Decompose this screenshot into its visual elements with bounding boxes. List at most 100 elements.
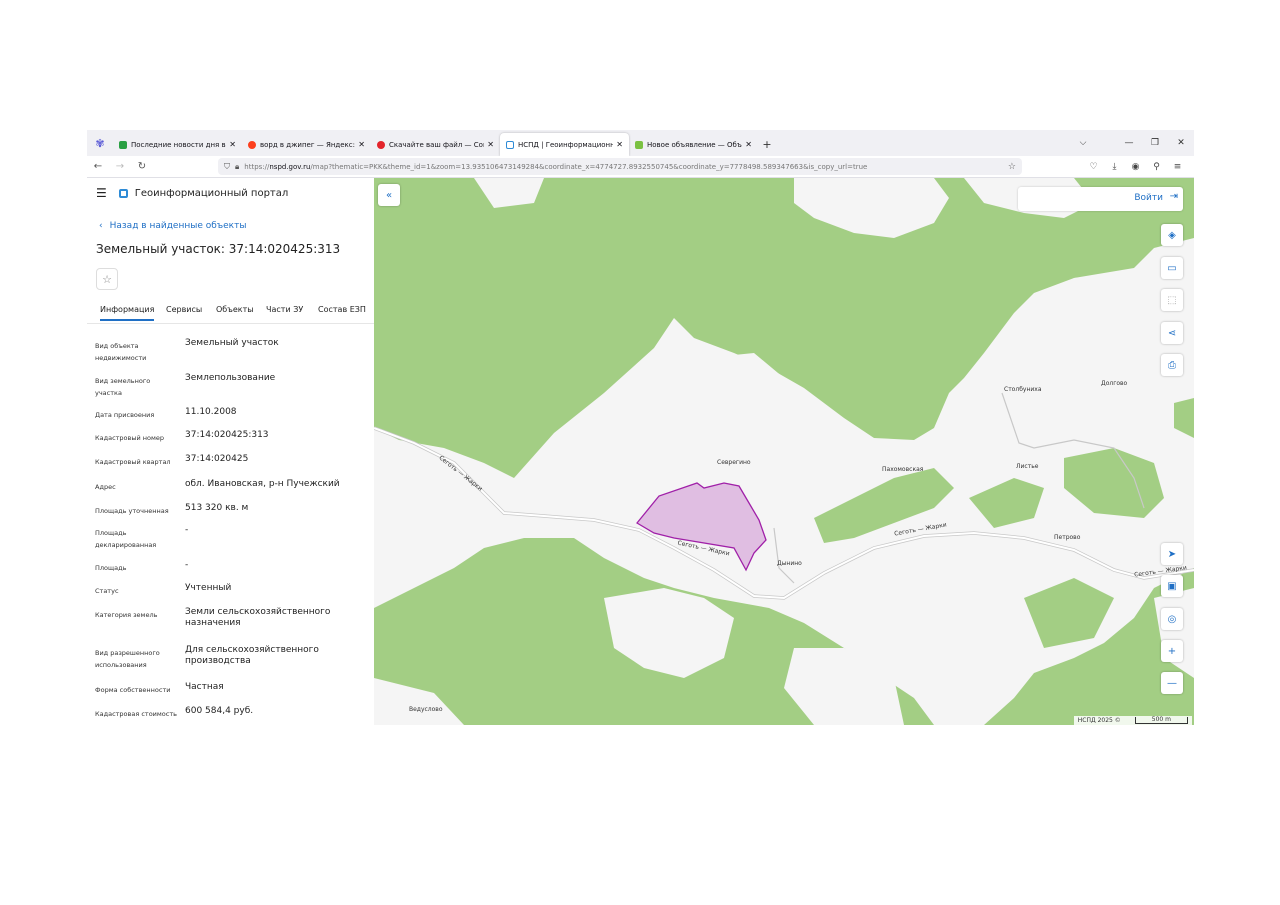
- download-icon[interactable]: ⤓: [1104, 162, 1125, 172]
- browser-tab[interactable]: Скачайте ваш файл — Convert ✕: [371, 133, 500, 156]
- property-value: Учтенный: [185, 583, 232, 593]
- shield-icon[interactable]: ⛉: [224, 162, 230, 172]
- property-key: Статус: [95, 587, 119, 595]
- menu-icon[interactable]: ≡: [1167, 162, 1188, 172]
- zoom-out-button[interactable]: —: [1161, 672, 1183, 694]
- geolocate-button[interactable]: ➤: [1161, 543, 1183, 565]
- portal-header: ☰ Геоинформационный портал: [96, 186, 288, 200]
- layers-button[interactable]: ◈: [1161, 224, 1183, 246]
- printer-icon: ⎙: [1168, 359, 1176, 371]
- back-to-results-link[interactable]: ‹ Назад в найденные объекты: [99, 221, 246, 231]
- account-icon[interactable]: ◉: [1125, 162, 1146, 172]
- place-label: Ведуслово: [409, 706, 443, 713]
- tab-favicon: [635, 140, 643, 149]
- share-icon: ⋖: [1167, 327, 1177, 339]
- property-value: Землепользование: [185, 373, 276, 383]
- info-tabs: Информация Сервисы Объекты Части ЗУ Сост…: [87, 300, 374, 324]
- place-label: Столбуниха: [1004, 386, 1042, 393]
- minimize-icon[interactable]: —: [1116, 138, 1142, 148]
- print-button[interactable]: ⎙: [1161, 354, 1183, 376]
- property-value: 37:14:020425:313: [185, 430, 269, 440]
- portal-title: Геоинформационный портал: [134, 187, 289, 199]
- login-label: Войти: [1134, 193, 1163, 203]
- property-value: Земли сельскохозяйственного назначения: [185, 607, 331, 628]
- select-area-icon: ⬚: [1167, 294, 1177, 306]
- close-tab-icon[interactable]: ✕: [358, 140, 365, 149]
- property-value: обл. Ивановская, р-н Пучежский: [185, 479, 340, 489]
- property-key: Площадь: [95, 564, 127, 572]
- tab-favicon: [377, 140, 385, 149]
- extensions-icon[interactable]: ⚲: [1146, 162, 1167, 172]
- pocket-icon[interactable]: ♡: [1083, 162, 1104, 172]
- bookmark-star-icon[interactable]: ☆: [1008, 162, 1016, 172]
- ruler-icon: ▭: [1167, 262, 1177, 274]
- tab-title: Скачайте ваш файл — Convert: [389, 140, 484, 149]
- tab-services[interactable]: Сервисы: [166, 305, 202, 314]
- plus-icon: +: [1167, 645, 1177, 657]
- navigation-arrow-icon: ➤: [1167, 548, 1177, 560]
- login-button[interactable]: Войти ⇥: [1018, 187, 1183, 211]
- tab-title: Последние новости дня в Росс: [131, 140, 226, 149]
- tab-information[interactable]: Информация: [100, 305, 155, 321]
- scale-bar: 500 m: [1134, 717, 1188, 724]
- property-key: Форма собственности: [95, 686, 171, 694]
- place-label: Петрово: [1054, 534, 1081, 541]
- place-label: Пахомовская: [882, 466, 924, 473]
- url-bar[interactable]: ⛉ 🔒︎ https://nspd.gov.ru/map?thematic=PK…: [218, 158, 1022, 175]
- restore-icon[interactable]: ❐: [1142, 138, 1168, 148]
- location-pin-icon: ◎: [1167, 613, 1177, 625]
- map-canvas[interactable]: Столбуниха Долгово Севрегино Пахомовская…: [374, 178, 1194, 725]
- page-title: Земельный участок: 37:14:020425:313: [96, 242, 341, 256]
- toolbar-icons: ♡ ⤓ ◉ ⚲ ≡: [1083, 156, 1188, 178]
- back-arrow-icon[interactable]: ←: [87, 161, 109, 172]
- hamburger-menu-icon[interactable]: ☰: [96, 186, 107, 200]
- browser-tab-active[interactable]: НСПД | Геоинформационный ✕: [500, 133, 629, 156]
- favorite-star-button[interactable]: ☆: [96, 268, 118, 290]
- info-panel: ☰ Геоинформационный портал ‹ Назад в найд…: [87, 178, 374, 725]
- place-label: Листье: [1016, 463, 1039, 470]
- minimap-button[interactable]: ▣: [1161, 575, 1183, 597]
- window-controls: ⌵ — ❐ ✕: [1070, 130, 1194, 156]
- zoom-in-button[interactable]: +: [1161, 640, 1183, 662]
- close-tab-icon[interactable]: ✕: [616, 140, 623, 149]
- property-key: Адрес: [95, 483, 116, 491]
- property-key: Площадь уточненная: [95, 507, 169, 515]
- star-icon: ☆: [102, 272, 112, 286]
- url-text: https://nspd.gov.ru/map?thematic=PKK&the…: [244, 162, 868, 171]
- layers-icon: ◈: [1168, 229, 1176, 241]
- close-tab-icon[interactable]: ✕: [745, 140, 752, 149]
- property-value: -: [185, 525, 189, 535]
- browser-tab[interactable]: ворд в джипег — Яндекс: наш ✕: [242, 133, 371, 156]
- property-value: Частная: [185, 682, 224, 692]
- field-area: [374, 678, 464, 725]
- tab-composition[interactable]: Состав ЕЗП: [318, 305, 366, 314]
- tab-favicon: [248, 140, 256, 149]
- browser-tab[interactable]: Новое объявление — Объявле ✕: [629, 133, 758, 156]
- share-button[interactable]: ⋖: [1161, 322, 1183, 344]
- firefox-view-icon[interactable]: ✾: [87, 130, 113, 156]
- location-pin-button[interactable]: ◎: [1161, 608, 1183, 630]
- tab-parts[interactable]: Части ЗУ: [266, 305, 303, 314]
- close-tab-icon[interactable]: ✕: [487, 140, 494, 149]
- tab-objects[interactable]: Объекты: [216, 305, 254, 314]
- property-value: 513 320 кв. м: [185, 503, 249, 513]
- tab-title: Новое объявление — Объявле: [647, 140, 742, 149]
- close-tab-icon[interactable]: ✕: [229, 140, 236, 149]
- collapse-panel-button[interactable]: «: [378, 184, 400, 206]
- browser-tab[interactable]: Последние новости дня в Росс ✕: [113, 133, 242, 156]
- forward-arrow-icon[interactable]: →: [109, 161, 131, 172]
- list-tabs-chevron-icon[interactable]: ⌵: [1070, 138, 1096, 148]
- property-key: Площадь декларированная: [95, 529, 157, 549]
- place-label: Севрегино: [717, 459, 751, 466]
- close-window-icon[interactable]: ✕: [1168, 138, 1194, 148]
- property-value: 11.10.2008: [185, 407, 237, 417]
- tab-title: ворд в джипег — Яндекс: наш: [260, 140, 355, 149]
- property-value: -: [185, 560, 189, 570]
- measure-button[interactable]: ▭: [1161, 257, 1183, 279]
- minus-icon: —: [1167, 677, 1177, 689]
- field-area: [794, 178, 949, 238]
- lock-icon[interactable]: 🔒︎: [235, 162, 239, 172]
- reload-icon[interactable]: ↻: [131, 161, 153, 172]
- select-area-button[interactable]: ⬚: [1161, 289, 1183, 311]
- new-tab-button[interactable]: +: [758, 133, 776, 156]
